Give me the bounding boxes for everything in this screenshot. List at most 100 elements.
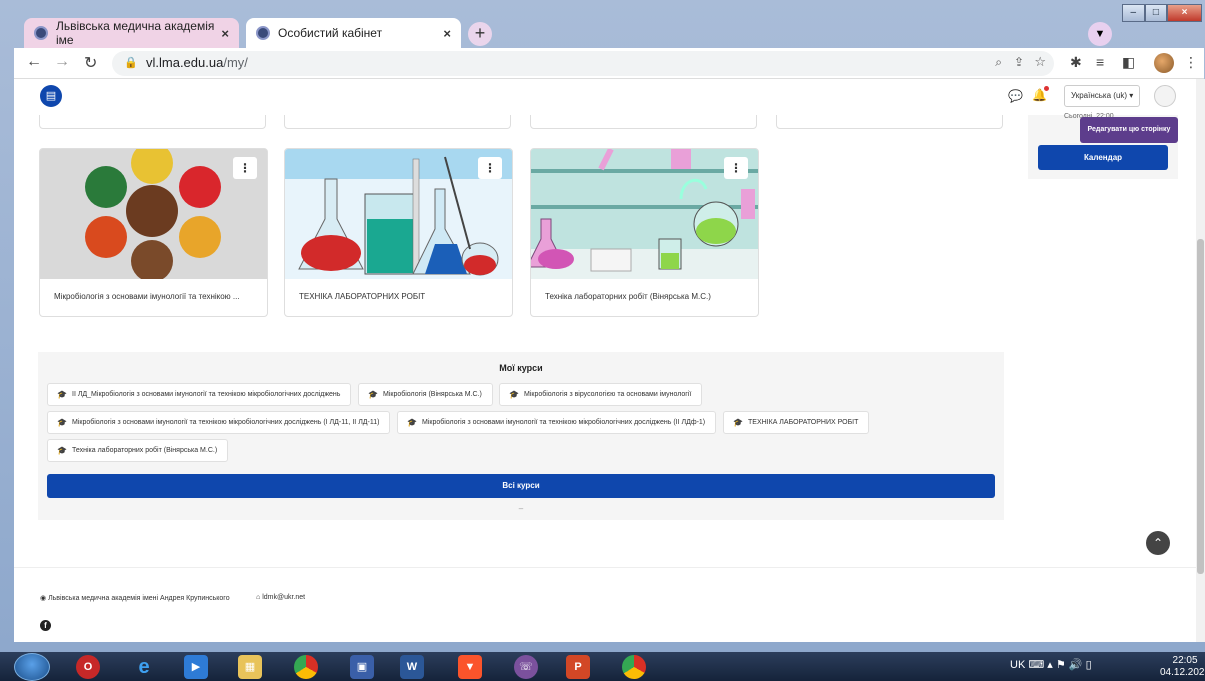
word-icon[interactable]: W [400,655,424,679]
edit-page-button[interactable]: Редагувати цю сторінку [1080,117,1178,143]
graduation-cap-icon: 🎓 [733,418,743,427]
tab-title: Особистий кабінет [278,26,383,40]
language-selector[interactable]: Українська (uk) ▾ [1064,85,1140,107]
browser-toolbar: ← → ↻ 🔒 vl.lma.edu.ua/my/ ⌕ ⇪ ☆ ✱ ≡ ◧ ⋮ [14,48,1204,79]
flag-icon[interactable]: ⚑ [1056,659,1066,671]
lock-icon: 🔒 [124,57,138,69]
my-courses-block: Мої курси 🎓 II ЛД_Мікробіологія з основам… [38,352,1004,520]
notification-dot [1044,86,1049,91]
opera-icon[interactable]: O [76,655,100,679]
course-link[interactable]: 🎓 Техніка лабораторних робіт (Вінярська М… [47,439,229,462]
page-scrollbar[interactable] [1196,79,1205,642]
ie-icon[interactable]: e [132,655,156,679]
course-link[interactable]: 🎓 ТЕХНІКА ЛАБОРАТОРНИХ РОБІТ [723,411,870,434]
tray-lang[interactable]: UK [1010,659,1025,671]
explorer-icon[interactable]: ▦ [238,655,262,679]
clock[interactable]: 22:05 04.12.2022 [1160,655,1205,679]
course-link-label: Мікробіологія (Вінярська М.С.) [383,391,482,398]
footer-email-label: ldmk@ukr.net [262,594,306,601]
language-label: Українська (uk) [1071,91,1128,100]
page-viewport: ▤ 💬 🔔 Українська (uk) ▾ Сьогодні, 22:00 … [14,79,1196,642]
course-card[interactable]: ⋮ Мікробіологія з основами імунології та… [39,148,268,317]
calendar-button[interactable]: Календар [1038,145,1168,170]
graduation-cap-icon: 🎓 [57,418,67,427]
clock-date: 04.12.2022 [1160,667,1205,678]
side-panel-icon[interactable]: ◧ [1122,54,1135,71]
close-tab-icon[interactable]: × [221,26,229,41]
user-avatar[interactable] [1154,85,1176,107]
profile-avatar[interactable] [1154,53,1174,73]
reload-icon[interactable]: ↻ [84,53,97,73]
course-title: Мікробіологія з основами імунології та т… [54,292,240,301]
card-menu-kebab-icon[interactable]: ⋮ [724,157,748,179]
brave-icon[interactable]: ▼ [458,655,482,679]
forward-arrow-icon[interactable]: → [54,53,70,71]
save-disk-icon[interactable]: ▣ [350,655,374,679]
card-menu-kebab-icon[interactable]: ⋮ [478,157,502,179]
url-path: /my/ [223,55,248,70]
all-courses-button[interactable]: Всі курси [47,474,995,498]
clock-time: 22:05 [1172,655,1198,666]
footer-email[interactable]: ⌂ ldmk@ukr.net [256,594,305,601]
course-link-label: II ЛД_Мікробіологія з основами імунологі… [72,391,341,398]
menu-kebab-icon[interactable]: ⋮ [1184,54,1198,71]
separator: – [518,504,524,513]
my-courses-title: Мої курси [499,363,543,373]
footer-org-label: Львівська медична академія імені Андрея … [48,595,230,602]
graduation-cap-icon: 🎓 [509,390,519,399]
course-link[interactable]: 🎓 Мікробіологія з основами імунології та … [47,411,391,434]
tab-strip: Львівська медична академія іме × Особист… [14,14,1204,48]
graduation-cap-icon: 🎓 [368,390,378,399]
start-button[interactable] [14,653,50,681]
windows-taskbar: O e ▶ ▦ ▣ W ▼ ☏ P UK ⌨ ▴ ⚑ 🔊 ▯ 22:05 04.… [0,652,1205,681]
extensions-icon[interactable]: ✱ [1070,54,1082,71]
reading-list-icon[interactable]: ≡ [1096,54,1104,70]
new-tab-button[interactable]: + [468,22,492,46]
messages-icon[interactable]: 💬 [1008,89,1023,103]
graduation-cap-icon: 🎓 [407,418,417,427]
page-footer: ◉ Львівська медична академія імені Андре… [14,567,1196,642]
system-tray: UK ⌨ ▴ ⚑ 🔊 ▯ [1010,659,1092,671]
course-card[interactable]: ⋮ Техніка лабораторних робіт (Вінярська … [530,148,759,317]
media-player-icon[interactable]: ▶ [184,655,208,679]
bookmark-star-icon[interactable]: ☆ [1034,54,1046,70]
keyboard-icon[interactable]: ⌨ [1028,659,1044,671]
favicon-icon [34,26,48,40]
course-title: ТЕХНІКА ЛАБОРАТОРНИХ РОБІТ [299,292,426,301]
footer-org[interactable]: ◉ Львівська медична академія імені Андре… [40,594,230,602]
close-tab-icon[interactable]: × [443,26,451,41]
browser-tab-dashboard[interactable]: Особистий кабінет × [246,18,461,48]
powerpoint-icon[interactable]: P [566,655,590,679]
back-arrow-icon[interactable]: ← [26,53,42,71]
course-link-label: ТЕХНІКА ЛАБОРАТОРНИХ РОБІТ [748,419,859,426]
course-link[interactable]: 🎓 Мікробіологія з вірусологією та основам… [499,383,703,406]
url-host: vl.lma.edu.ua [146,55,224,70]
course-card[interactable]: ⋮ ТЕХНІКА ЛАБОРАТОРНИХ РОБІТ [284,148,513,317]
tab-search-chevron-icon[interactable]: ▼ [1088,22,1112,46]
tab-title: Львівська медична академія іме [56,19,215,47]
course-link[interactable]: 🎓 II ЛД_Мікробіологія з основами імунолог… [47,383,352,406]
course-link-label: Техніка лабораторних робіт (Вінярська М.… [72,447,218,454]
scrollbar-thumb[interactable] [1197,239,1204,574]
site-logo-icon[interactable]: ▤ [40,85,62,107]
graduation-cap-icon: 🎓 [57,446,67,455]
course-link[interactable]: 🎓 Мікробіологія (Вінярська М.С.) [358,383,493,406]
address-bar[interactable]: 🔒 vl.lma.edu.ua/my/ ⌕ ⇪ ☆ [112,51,1054,76]
course-link-label: Мікробіологія з основами імунології та т… [72,419,380,426]
facebook-icon[interactable]: f [40,620,51,631]
battery-icon[interactable]: ▯ [1086,659,1092,671]
zoom-icon[interactable]: ⌕ [995,55,1002,70]
viber-icon[interactable]: ☏ [514,655,538,679]
course-link-label: Мікробіологія з вірусологією та основами… [524,391,692,398]
favicon-icon [256,26,270,40]
browser-tab-academy[interactable]: Львівська медична академія іме × [24,18,239,48]
share-icon[interactable]: ⇪ [1014,55,1024,69]
course-title: Техніка лабораторних робіт (Вінярська М.… [545,292,711,301]
card-menu-kebab-icon[interactable]: ⋮ [233,157,257,179]
course-link[interactable]: 🎓 Мікробіологія з основами імунології та … [397,411,717,434]
chrome-icon[interactable] [294,655,318,679]
volume-icon[interactable]: 🔊 [1069,659,1083,671]
scroll-to-top-button[interactable]: ⌃ [1146,531,1170,555]
course-link-label: Мікробіологія з основами імунології та т… [422,419,706,426]
chrome-active-icon[interactable] [622,655,646,679]
